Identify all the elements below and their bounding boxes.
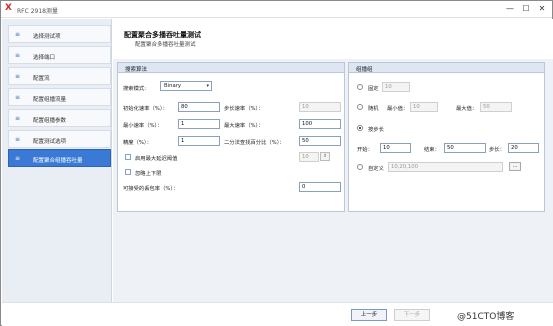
step-size-input[interactable]: 20 [508,143,539,153]
sidebar-item-label: 配置组播参数 [33,118,67,124]
custom-label: 自定义 [368,166,384,172]
sidebar-item-multicast-params[interactable]: ≡ 配置组播参数 [8,109,111,127]
list-icon: ≡ [15,94,21,101]
initial-rate-label: 初始化速率（%）： [123,106,168,112]
ignore-bounds-checkbox[interactable] [125,169,131,175]
sidebar-item-test-options[interactable]: ≡ 配置测试选项 [8,130,111,148]
fixed-label: 固定 [368,86,379,92]
max-rate-input[interactable]: 100 [299,119,341,129]
min-rate-input[interactable]: 1 [178,119,220,129]
sidebar-item-multicast-traffic[interactable]: ≡ 配置组播流量 [8,88,111,106]
sidebar: ≡ 选择测试项 ≡ 选择端口 ≡ 配置流 ≡ 配置组播流量 ≡ 配置组播参数 ≡… [2,19,112,302]
end-label: 结束： [424,147,440,153]
sidebar-item-config-flow[interactable]: ≡ 配置流 [8,67,111,85]
ignore-bounds-label: 忽略上下限 [135,171,162,177]
step-rate-label: 步长速率（%）： [224,106,264,112]
list-icon: ≡ [15,155,21,162]
search-mode-label: 搜索模式: [123,86,146,92]
sidebar-item-select-test[interactable]: ≡ 选择测试项 [8,25,111,43]
use-max-latency-label: 启用最大延迟阈值 [135,156,178,162]
loss-rate-input[interactable]: 0 [299,182,341,192]
next-button[interactable]: 下一步 [394,309,430,321]
binary-percent-label: 二分法查找百分比（%）： [224,140,285,146]
step-size-label: 步长： [489,147,505,153]
app-window: X RFC 2918测量 — ☐ ✕ ≡ 选择测试项 ≡ 选择端口 ≡ 配置流 … [0,0,553,326]
panel-header: 组播组 [349,63,544,73]
search-algorithm-panel: 搜索算法 搜索模式: Binary ▾ 初始化速率（%）： 80 步长速率（%）… [117,62,345,212]
random-min-input[interactable]: 10 [410,102,438,112]
list-icon: ≡ [15,136,21,143]
window-title: RFC 2918测量 [17,8,58,15]
precision-label: 精度（%）： [123,140,152,146]
end-input[interactable]: 50 [444,143,486,153]
page-title: 配置聚合多播吞吐量测试 [124,31,201,39]
prev-button[interactable]: 上一步 [351,309,387,321]
list-icon: ≡ [15,52,21,59]
list-icon: ≡ [15,31,21,38]
sidebar-item-label: 选择测试项 [33,34,61,40]
chevron-down-icon: ▾ [206,83,209,89]
title-bar: X RFC 2918测量 — ☐ ✕ [1,1,552,18]
random-radio[interactable] [357,104,363,110]
maximize-button[interactable]: ☐ [519,2,533,16]
search-mode-select[interactable]: Binary ▾ [160,81,212,91]
sidebar-item-label: 配置聚合组播吞吐量 [33,158,83,164]
sidebar-item-label: 选择端口 [33,55,56,61]
app-logo-icon: X [5,3,12,13]
main-content: 配置聚合多播吞吐量测试 配置聚合多播吞吐量测试 搜索算法 搜索模式: Binar… [113,19,553,302]
list-icon: ≡ [15,115,21,122]
initial-rate-input[interactable]: 80 [178,102,220,112]
sidebar-item-aggregate-throughput[interactable]: ≡ 配置聚合组播吞吐量 [8,149,111,167]
random-min-label: 最小值： [387,106,409,112]
watermark: @51CTO博客 [457,312,515,322]
panel-title: 组播组 [356,67,373,73]
sidebar-item-label: 配置组播流量 [33,97,67,103]
max-rate-label: 最大速率（%）： [224,123,264,129]
fixed-radio[interactable] [357,84,363,90]
start-label: 开始： [357,147,373,153]
step-radio[interactable] [357,125,363,131]
random-max-input[interactable]: 50 [480,102,512,112]
spinner-icon[interactable]: ⇕ [320,152,330,161]
sidebar-item-label: 配置测试选项 [33,139,67,145]
panel-header: 搜索算法 [118,63,344,73]
page-header: 配置聚合多播吞吐量测试 配置聚合多播吞吐量测试 [113,19,553,59]
use-max-latency-checkbox[interactable] [125,154,131,160]
close-button[interactable]: ✕ [535,2,549,16]
custom-input[interactable]: 10,20,100 [388,162,503,172]
loss-rate-label: 可接受的丢包率（%）： [123,186,179,192]
random-label: 随机 [368,106,379,112]
multicast-group-panel: 组播组 固定 10 随机 最小值： 10 最大值： 50 按步长 开始： 10 … [348,62,545,212]
sidebar-item-select-port[interactable]: ≡ 选择端口 [8,46,111,64]
footer-bar: 上一步 下一步 @51CTO博客 [2,302,553,326]
random-max-label: 最大值： [456,106,478,112]
browse-button[interactable]: ... [509,162,521,171]
search-mode-value: Binary [164,83,182,89]
minimize-button[interactable]: — [503,2,517,16]
min-rate-label: 最小速率（%）： [123,123,163,129]
start-input[interactable]: 10 [380,143,411,153]
list-icon: ≡ [15,73,21,80]
step-rate-input[interactable]: 10 [299,102,341,112]
max-latency-input[interactable]: 10 [299,152,319,162]
custom-radio[interactable] [357,164,363,170]
precision-input[interactable]: 1 [178,136,220,146]
binary-percent-input[interactable]: 50 [299,136,341,146]
sidebar-item-label: 配置流 [33,76,50,82]
fixed-input[interactable]: 10 [382,82,410,92]
page-subtitle: 配置聚合多播吞吐量测试 [135,42,196,48]
step-label: 按步长 [368,127,384,133]
panel-title: 搜索算法 [125,67,148,73]
